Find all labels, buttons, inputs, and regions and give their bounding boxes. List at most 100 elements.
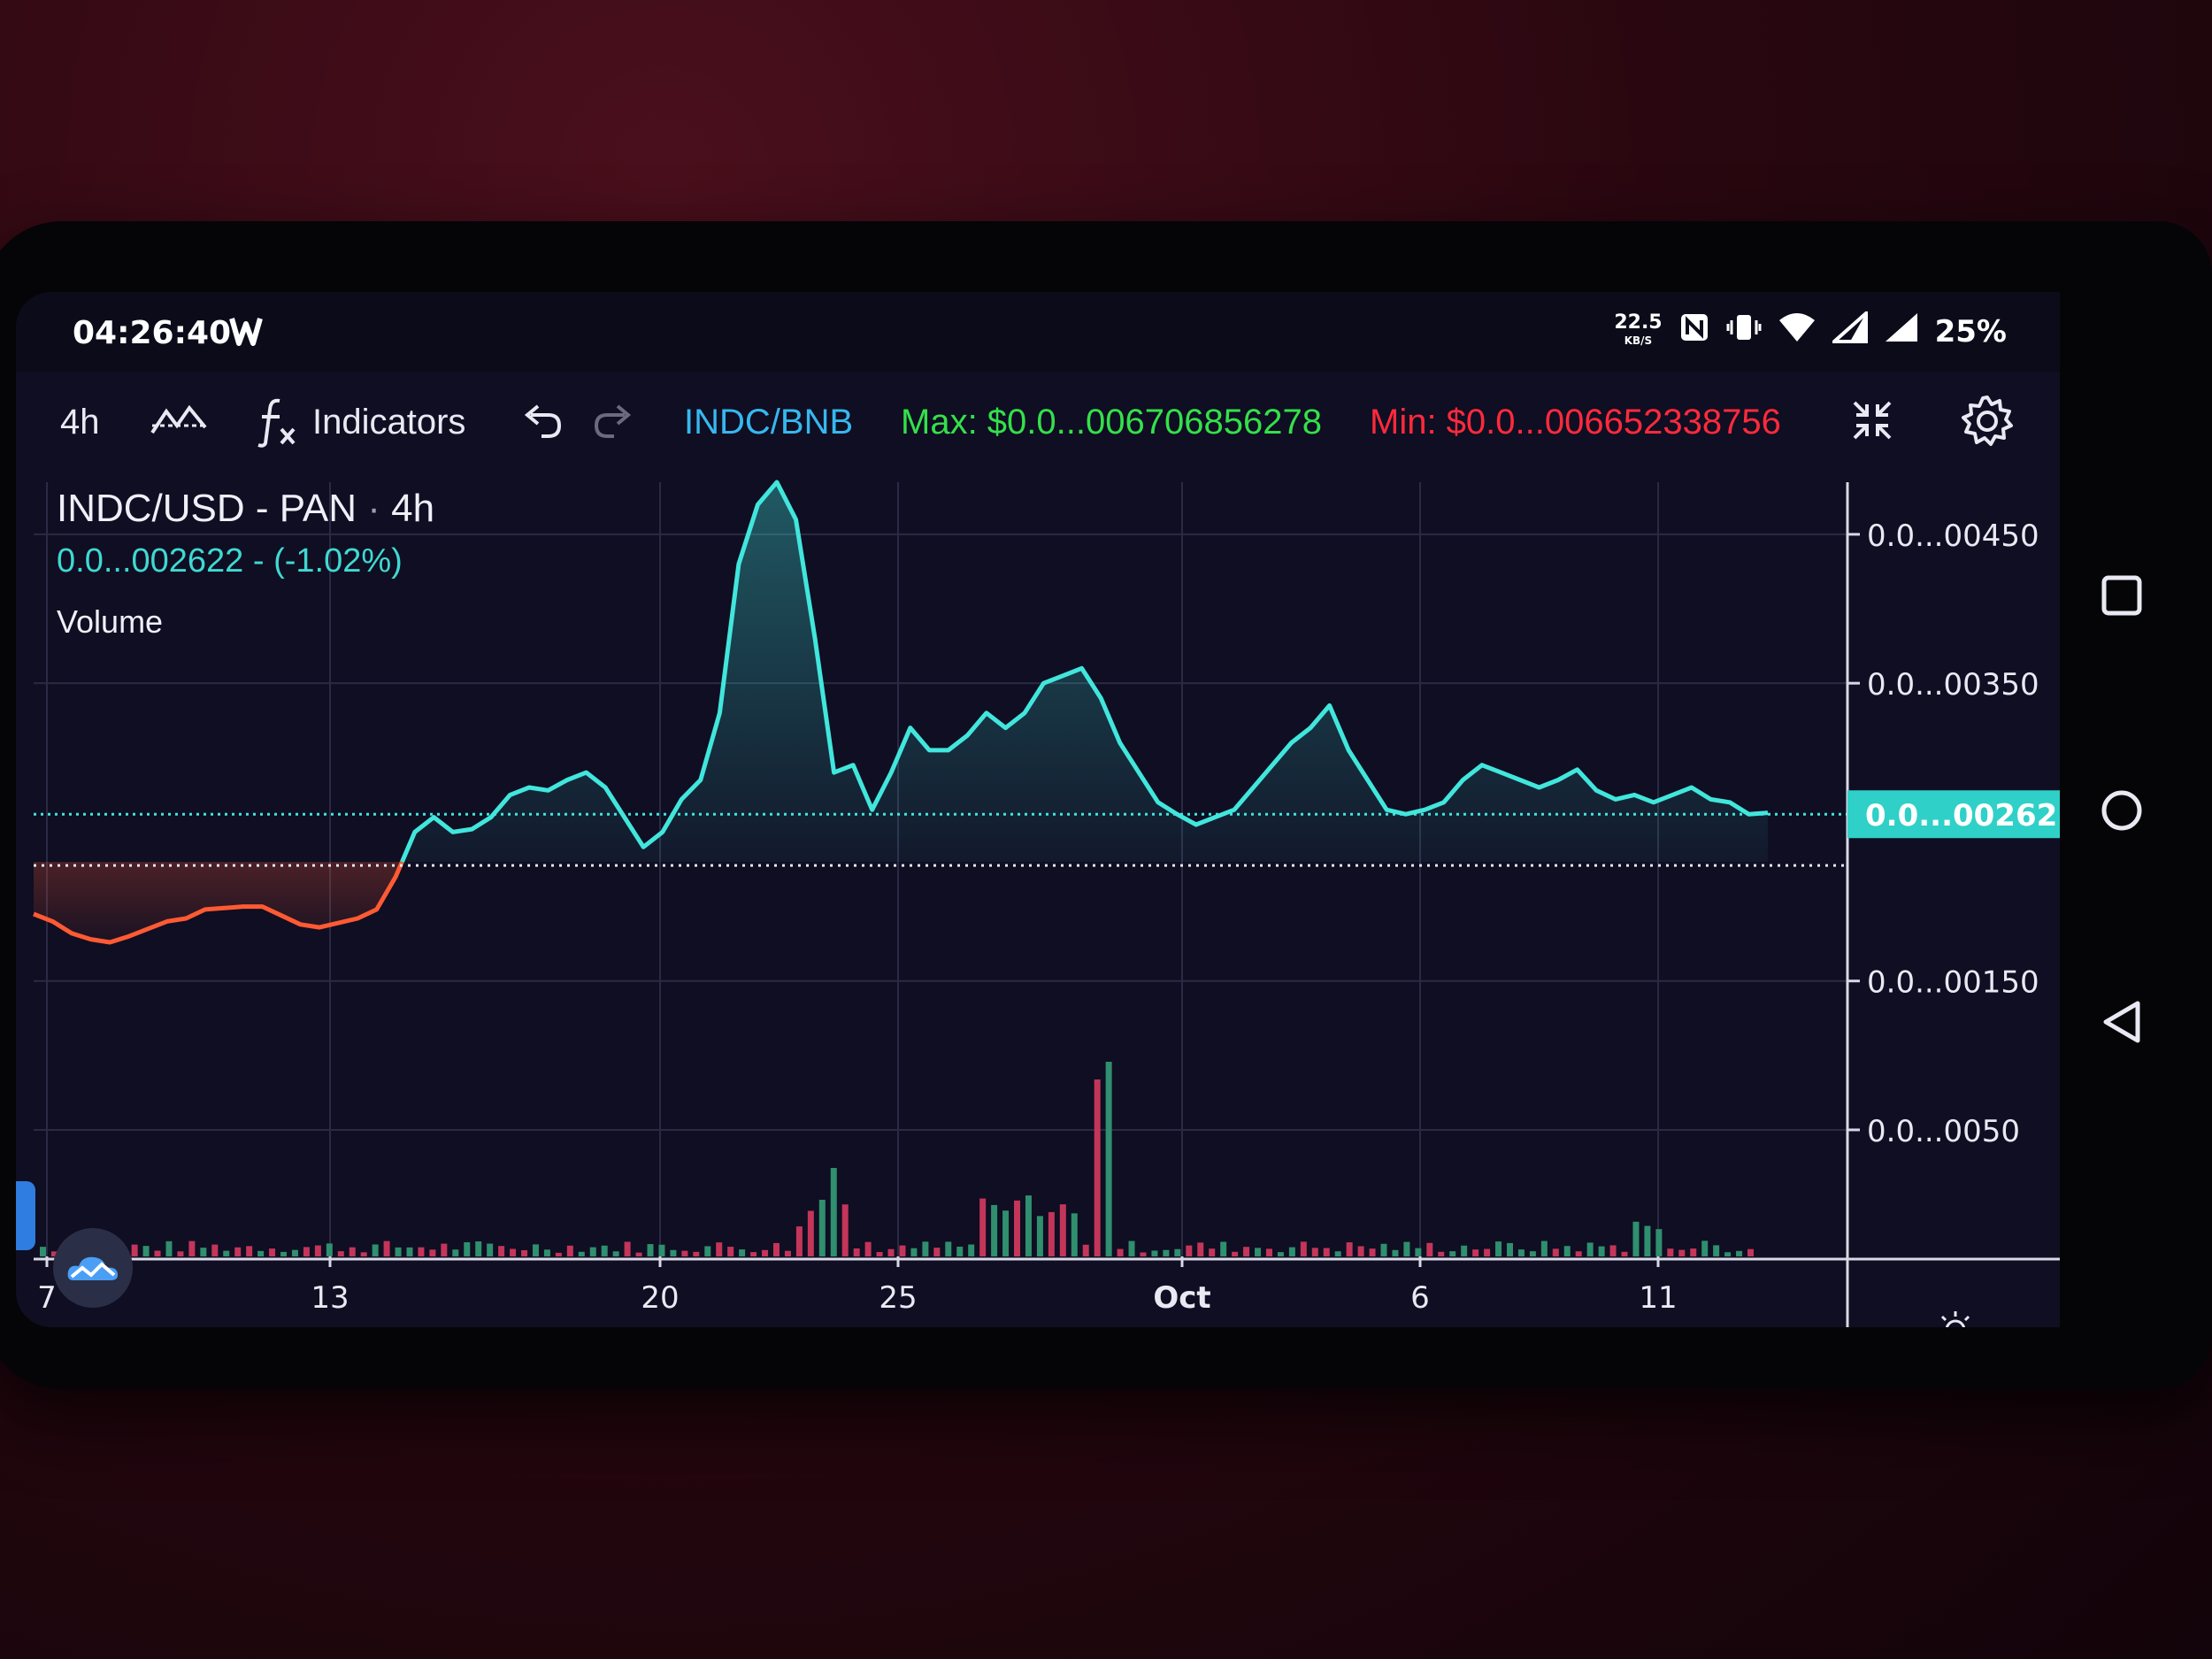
volume-bar: [1300, 1241, 1307, 1256]
current-price-badge-label: 0.0...002622: [1865, 798, 2060, 833]
volume-bar: [1025, 1195, 1032, 1256]
volume-bar: [487, 1243, 494, 1256]
price-tick-label-3: 0.0...0050: [1867, 1114, 2020, 1149]
volume-bar: [234, 1247, 242, 1256]
volume-bar: [418, 1247, 425, 1256]
app-screen: 04:26:40 22.5 KB/S 25% 4h Indicators IND…: [16, 292, 2060, 1327]
legend-interval: 4h: [391, 487, 435, 530]
volume-bar: [1598, 1246, 1605, 1256]
volume-bar: [1484, 1248, 1491, 1256]
volume-bar: [1140, 1252, 1147, 1256]
volume-bar: [543, 1249, 550, 1256]
volume-bar: [452, 1249, 459, 1256]
time-tick-label-4: Oct: [1153, 1280, 1210, 1316]
volume-bar: [1586, 1242, 1594, 1256]
volume-bar: [154, 1250, 161, 1256]
volume-bar: [693, 1251, 700, 1256]
back-button[interactable]: [2099, 998, 2147, 1050]
volume-bar: [1288, 1247, 1295, 1256]
volume-bar: [1357, 1246, 1364, 1256]
volume-bar: [257, 1250, 265, 1256]
volume-bar: [933, 1248, 941, 1256]
volume-bar: [1265, 1248, 1272, 1256]
time-tick-label-2: 20: [641, 1280, 679, 1316]
volume-bar: [1369, 1248, 1376, 1256]
volume-bar: [956, 1247, 964, 1256]
volume-bar: [1415, 1248, 1422, 1256]
volume-bar: [1014, 1200, 1021, 1256]
volume-bars: [34, 1062, 2060, 1261]
volume-bar: [1747, 1248, 1754, 1256]
volume-bar: [510, 1248, 517, 1256]
volume-bar: [1609, 1245, 1617, 1256]
time-tick-label-3: 25: [879, 1280, 917, 1316]
time-tick-label-6: 11: [1639, 1280, 1677, 1316]
volume-bar: [1632, 1221, 1640, 1256]
volume-bar: [1048, 1211, 1055, 1256]
volume-bar: [1701, 1240, 1709, 1256]
volume-bar: [635, 1252, 642, 1256]
volume-bar: [1105, 1062, 1112, 1256]
price-area-0: [34, 862, 403, 942]
volume-bar: [991, 1204, 998, 1256]
volume-bar: [578, 1251, 585, 1256]
volume-bar: [475, 1241, 482, 1256]
volume-bar: [1472, 1249, 1479, 1256]
price-axis[interactable]: 0.0...00450 0.0...00350 0.0...00150 0.0...0…: [1846, 482, 2060, 1327]
volume-bar: [337, 1251, 344, 1256]
volume-bar: [498, 1246, 505, 1256]
volume-bar: [1186, 1245, 1193, 1256]
volume-bar: [1449, 1251, 1456, 1256]
volume-bar: [1540, 1240, 1548, 1256]
price-tick-label-1: 0.0...00350: [1867, 667, 2039, 703]
volume-bar: [383, 1240, 390, 1256]
volume-bar: [772, 1242, 780, 1256]
volume-bar: [647, 1244, 654, 1256]
volume-bar: [280, 1251, 288, 1256]
volume-bar: [1506, 1242, 1513, 1256]
legend-price: 0.0...002622: [57, 542, 244, 580]
cloud-logo-icon[interactable]: [53, 1228, 133, 1308]
price-tick-label-2: 0.0...00150: [1867, 965, 2039, 1001]
legend-change: - (-1.02%): [252, 542, 403, 580]
volume-bar: [269, 1248, 276, 1256]
volume-bar: [704, 1246, 711, 1256]
volume-bar: [624, 1241, 631, 1256]
volume-bar: [1690, 1248, 1697, 1256]
volume-bar: [1277, 1252, 1284, 1256]
volume-bar: [441, 1243, 448, 1256]
volume-bar: [1552, 1248, 1559, 1256]
volume-bar: [945, 1241, 952, 1256]
volume-bar: [1575, 1251, 1582, 1256]
symbol-title: INDC/USD - PAN: [57, 487, 357, 530]
volume-bar: [1736, 1250, 1743, 1256]
home-button[interactable]: [2097, 786, 2147, 840]
volume-bar: [1197, 1242, 1204, 1256]
volume-bar: [784, 1250, 791, 1256]
volume-bar: [1529, 1251, 1536, 1256]
volume-bar: [887, 1248, 895, 1256]
volume-bar: [864, 1241, 872, 1256]
volume-bar: [1071, 1213, 1078, 1256]
volume-bar: [349, 1247, 356, 1256]
volume-bar: [40, 1247, 46, 1256]
time-tick-label-1: 13: [311, 1280, 349, 1316]
volume-bar: [1517, 1249, 1525, 1256]
drawer-handle[interactable]: [16, 1181, 35, 1250]
volume-bar: [1209, 1248, 1216, 1256]
volume-bar: [555, 1252, 562, 1256]
volume-bar: [727, 1247, 734, 1256]
recents-button[interactable]: [2100, 573, 2144, 622]
volume-bar: [1163, 1249, 1170, 1256]
volume-bar: [750, 1252, 757, 1256]
volume-bar: [142, 1246, 150, 1256]
volume-bar: [589, 1247, 596, 1256]
volume-bar: [395, 1247, 402, 1256]
brightness-icon[interactable]: [1933, 1308, 1978, 1327]
volume-bar: [1667, 1248, 1674, 1256]
volume-bar: [1002, 1210, 1010, 1256]
volume-bar: [1438, 1251, 1445, 1256]
volume-bar: [521, 1249, 528, 1256]
time-axis[interactable]: 7 13 20 25 Oct 6 11: [37, 1256, 1849, 1327]
price-chart[interactable]: 0.0...00450 0.0...00350 0.0...00150 0.0...0…: [16, 292, 2060, 1327]
